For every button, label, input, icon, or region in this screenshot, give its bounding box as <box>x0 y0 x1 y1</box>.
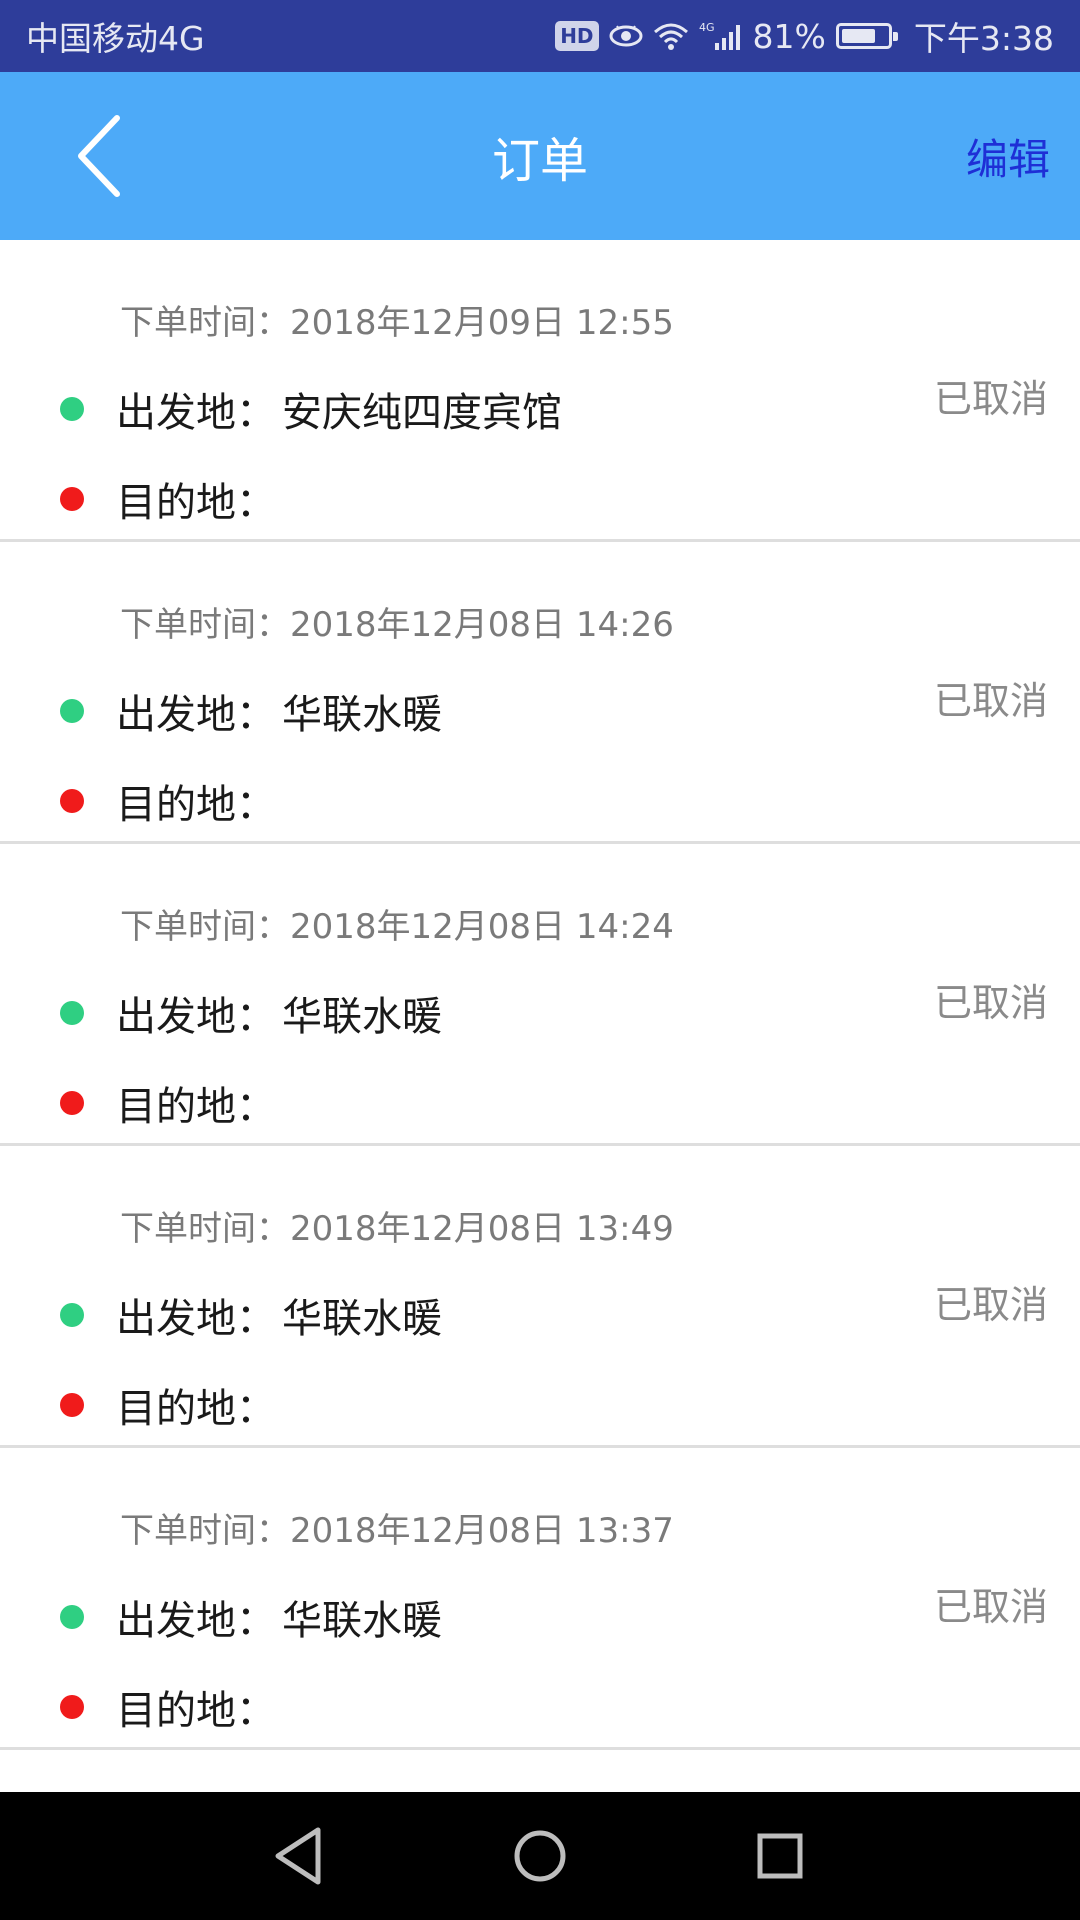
order-item[interactable]: 下单时间：2018年12月08日 13:37 出发地： 华联水暖 目的地： 已取消 <box>0 1448 1080 1750</box>
order-time-value: 2018年12月09日 12:55 <box>290 303 674 343</box>
destination-label: 目的地： <box>116 1688 276 1734</box>
order-time-label: 下单时间： <box>120 1209 290 1249</box>
destination-label: 目的地： <box>116 1084 276 1130</box>
order-time: 下单时间：2018年12月08日 14:26 <box>120 597 674 646</box>
order-time-label: 下单时间： <box>120 303 290 343</box>
start-dot-icon <box>60 397 84 421</box>
triangle-back-icon <box>275 1827 321 1885</box>
destination-dot-icon <box>60 789 84 813</box>
nav-recent-button[interactable] <box>740 1816 820 1896</box>
order-time: 下单时间：2018年12月09日 12:55 <box>120 295 674 344</box>
nav-back-button[interactable] <box>260 1816 340 1896</box>
start-row: 出发地： 华联水暖 <box>60 1286 442 1344</box>
destination-label: 目的地： <box>116 480 276 526</box>
status-icons: HD 4G 81% 下午3:38 <box>555 12 1054 60</box>
order-time-value: 2018年12月08日 13:37 <box>290 1511 674 1551</box>
order-status: 已取消 <box>933 1585 1048 1629</box>
network-type-label: 4G <box>699 21 715 34</box>
destination-label: 目的地： <box>116 782 276 828</box>
order-time-label: 下单时间： <box>120 907 290 947</box>
order-time: 下单时间：2018年12月08日 13:37 <box>120 1503 674 1552</box>
order-status: 已取消 <box>933 679 1048 723</box>
start-value: 华联水暖 <box>282 1598 442 1644</box>
circle-home-icon <box>514 1830 566 1882</box>
nav-home-button[interactable] <box>500 1816 580 1896</box>
start-row: 出发地： 华联水暖 <box>60 682 442 740</box>
start-label: 出发地： <box>116 1598 276 1644</box>
start-label: 出发地： <box>116 994 276 1040</box>
destination-row: 目的地： <box>60 470 282 528</box>
start-row: 出发地： 华联水暖 <box>60 984 442 1042</box>
order-time-value: 2018年12月08日 14:24 <box>290 907 674 947</box>
signal-icon: 4G <box>699 21 743 51</box>
destination-dot-icon <box>60 1393 84 1417</box>
order-list: 下单时间：2018年12月09日 12:55 出发地： 安庆纯四度宾馆 目的地： … <box>0 240 1080 1750</box>
start-value: 华联水暖 <box>282 994 442 1040</box>
start-label: 出发地： <box>116 692 276 738</box>
destination-dot-icon <box>60 487 84 511</box>
destination-label: 目的地： <box>116 1386 276 1432</box>
square-recent-icon <box>757 1833 803 1879</box>
chevron-left-icon <box>78 115 120 197</box>
destination-dot-icon <box>60 1695 84 1719</box>
clock: 下午3:38 <box>913 19 1054 58</box>
start-value: 华联水暖 <box>282 692 442 738</box>
page-title: 订单 <box>491 133 588 189</box>
order-time-value: 2018年12月08日 13:49 <box>290 1209 674 1249</box>
hd-icon: HD <box>555 21 599 51</box>
battery-icon <box>835 23 898 49</box>
start-dot-icon <box>60 1303 84 1327</box>
start-dot-icon <box>60 1605 84 1629</box>
start-dot-icon <box>60 699 84 723</box>
eye-icon <box>609 23 643 49</box>
destination-row: 目的地： <box>60 1376 282 1434</box>
start-value: 安庆纯四度宾馆 <box>282 390 562 436</box>
wifi-icon <box>653 22 689 50</box>
order-item[interactable]: 下单时间：2018年12月08日 14:24 出发地： 华联水暖 目的地： 已取消 <box>0 844 1080 1146</box>
order-item[interactable]: 下单时间：2018年12月09日 12:55 出发地： 安庆纯四度宾馆 目的地： … <box>0 240 1080 542</box>
order-status: 已取消 <box>933 377 1048 421</box>
start-row: 出发地： 安庆纯四度宾馆 <box>60 380 562 438</box>
edit-button[interactable]: 编辑 <box>966 72 1050 240</box>
status-bar: 中国移动4G HD 4G 81% 下午3:38 <box>0 0 1080 72</box>
destination-row: 目的地： <box>60 1678 282 1736</box>
battery-level <box>841 29 876 43</box>
order-time-label: 下单时间： <box>120 1511 290 1551</box>
order-time: 下单时间：2018年12月08日 13:49 <box>120 1201 674 1250</box>
order-item[interactable]: 下单时间：2018年12月08日 14:26 出发地： 华联水暖 目的地： 已取消 <box>0 542 1080 844</box>
app-header: 订单 编辑 <box>0 72 1080 240</box>
start-label: 出发地： <box>116 390 276 436</box>
start-dot-icon <box>60 1001 84 1025</box>
battery-percent: 81% <box>752 16 826 56</box>
back-button[interactable] <box>60 112 140 200</box>
destination-dot-icon <box>60 1091 84 1115</box>
order-item[interactable]: 下单时间：2018年12月08日 13:49 出发地： 华联水暖 目的地： 已取消 <box>0 1146 1080 1448</box>
start-value: 华联水暖 <box>282 1296 442 1342</box>
order-time-label: 下单时间： <box>120 605 290 645</box>
carrier-label: 中国移动4G <box>26 19 205 58</box>
destination-row: 目的地： <box>60 772 282 830</box>
order-time-value: 2018年12月08日 14:26 <box>290 605 674 645</box>
start-row: 出发地： 华联水暖 <box>60 1588 442 1646</box>
order-time: 下单时间：2018年12月08日 14:24 <box>120 899 674 948</box>
system-nav-bar <box>0 1792 1080 1920</box>
order-status: 已取消 <box>933 1283 1048 1327</box>
start-label: 出发地： <box>116 1296 276 1342</box>
order-status: 已取消 <box>933 981 1048 1025</box>
destination-row: 目的地： <box>60 1074 282 1132</box>
